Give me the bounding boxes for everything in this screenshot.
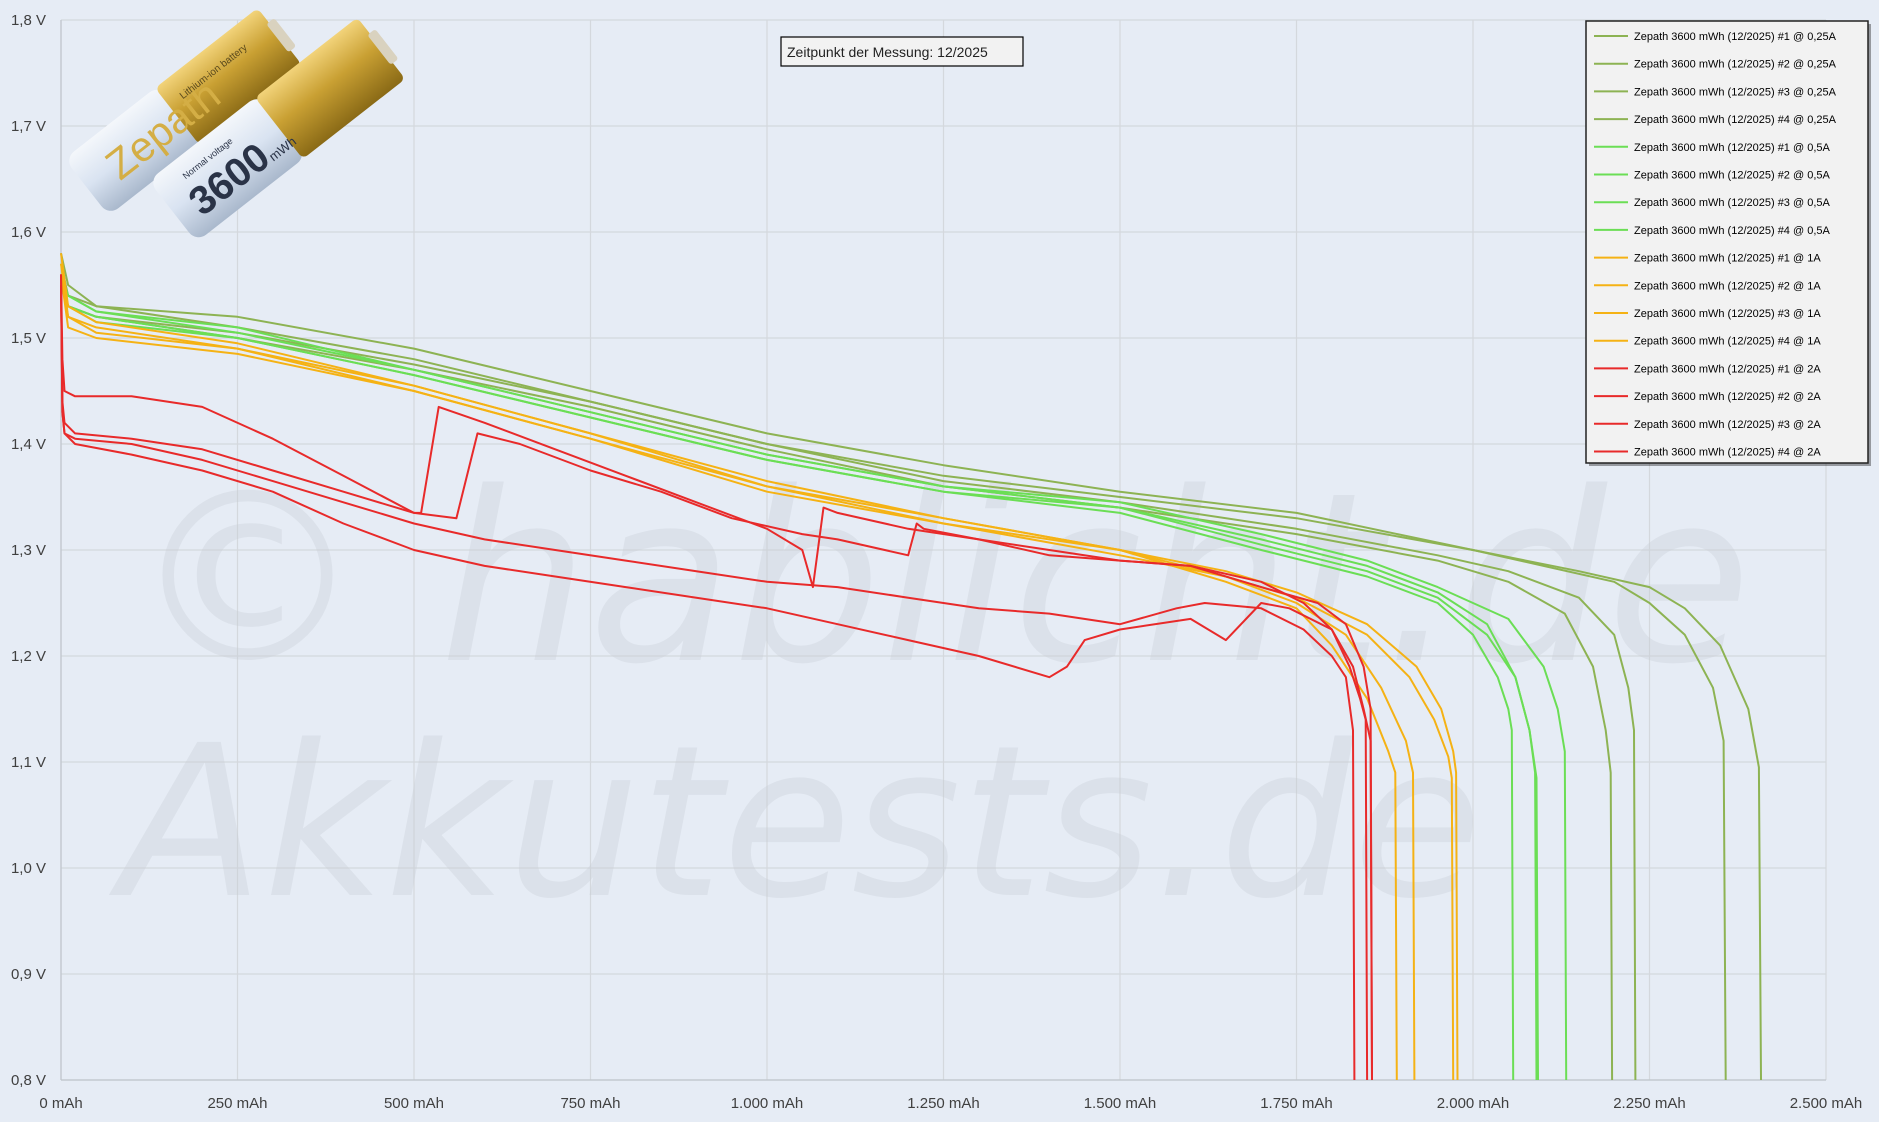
legend-label: Zepath 3600 mWh (12/2025) #3 @ 1A xyxy=(1634,308,1821,320)
x-tick-label: 1.500 mAh xyxy=(1084,1095,1157,1112)
legend-label: Zepath 3600 mWh (12/2025) #2 @ 0,25A xyxy=(1634,59,1837,71)
x-tick-label: 1.000 mAh xyxy=(731,1095,804,1112)
y-tick-label: 1,5 V xyxy=(11,330,46,347)
legend: Zepath 3600 mWh (12/2025) #1 @ 0,25A Zepa… xyxy=(1585,20,1871,466)
x-tick-label: 250 mAh xyxy=(207,1095,267,1112)
legend-label: Zepath 3600 mWh (12/2025) #3 @ 0,25A xyxy=(1634,86,1837,98)
y-tick-label: 1,2 V xyxy=(11,648,46,665)
legend-label: Zepath 3600 mWh (12/2025) #1 @ 0,25A xyxy=(1634,31,1837,43)
y-tick-label: 1,4 V xyxy=(11,436,46,453)
y-tick-label: 1,3 V xyxy=(11,542,46,559)
watermark-line-1: © hablicht.de xyxy=(130,443,1751,716)
legend-label: Zepath 3600 mWh (12/2025) #1 @ 0,5A xyxy=(1634,142,1830,154)
x-tick-label: 0 mAh xyxy=(39,1095,82,1112)
watermark-line-2: Akkutests.de xyxy=(108,700,1482,945)
x-tick-label: 2.000 mAh xyxy=(1437,1095,1510,1112)
legend-label: Zepath 3600 mWh (12/2025) #2 @ 0,5A xyxy=(1634,170,1830,182)
legend-label: Zepath 3600 mWh (12/2025) #1 @ 2A xyxy=(1634,363,1821,375)
y-tick-label: 1,7 V xyxy=(11,118,46,135)
y-tick-label: 0,9 V xyxy=(11,966,46,983)
x-tick-label: 500 mAh xyxy=(384,1095,444,1112)
legend-label: Zepath 3600 mWh (12/2025) #4 @ 0,25A xyxy=(1634,114,1837,126)
y-tick-label: 1,6 V xyxy=(11,224,46,241)
legend-label: Zepath 3600 mWh (12/2025) #3 @ 2A xyxy=(1634,419,1821,431)
chart-svg: © hablicht.de Akkutests.de Zepath Lithiu… xyxy=(0,0,1879,1122)
y-tick-label: 1,0 V xyxy=(11,860,46,877)
legend-label: Zepath 3600 mWh (12/2025) #4 @ 1A xyxy=(1634,336,1821,348)
legend-label: Zepath 3600 mWh (12/2025) #1 @ 1A xyxy=(1634,253,1821,265)
legend-label: Zepath 3600 mWh (12/2025) #4 @ 0,5A xyxy=(1634,225,1830,237)
x-tick-label: 750 mAh xyxy=(560,1095,620,1112)
measurement-annotation: Zeitpunkt der Messung: 12/2025 xyxy=(780,36,1024,67)
y-tick-label: 0,8 V xyxy=(11,1072,46,1089)
legend-label: Zepath 3600 mWh (12/2025) #4 @ 2A xyxy=(1634,447,1821,459)
chart-root: © hablicht.de Akkutests.de Zepath Lithiu… xyxy=(0,0,1879,1122)
x-tick-label: 2.250 mAh xyxy=(1613,1095,1686,1112)
annotation-text: Zeitpunkt der Messung: 12/2025 xyxy=(787,44,988,60)
x-tick-label: 2.500 mAh xyxy=(1790,1095,1863,1112)
legend-label: Zepath 3600 mWh (12/2025) #2 @ 2A xyxy=(1634,391,1821,403)
legend-label: Zepath 3600 mWh (12/2025) #2 @ 1A xyxy=(1634,280,1821,292)
x-tick-label: 1.750 mAh xyxy=(1260,1095,1333,1112)
x-tick-label: 1.250 mAh xyxy=(907,1095,980,1112)
y-tick-label: 1,8 V xyxy=(11,12,46,29)
legend-label: Zepath 3600 mWh (12/2025) #3 @ 0,5A xyxy=(1634,197,1830,209)
y-tick-label: 1,1 V xyxy=(11,754,46,771)
